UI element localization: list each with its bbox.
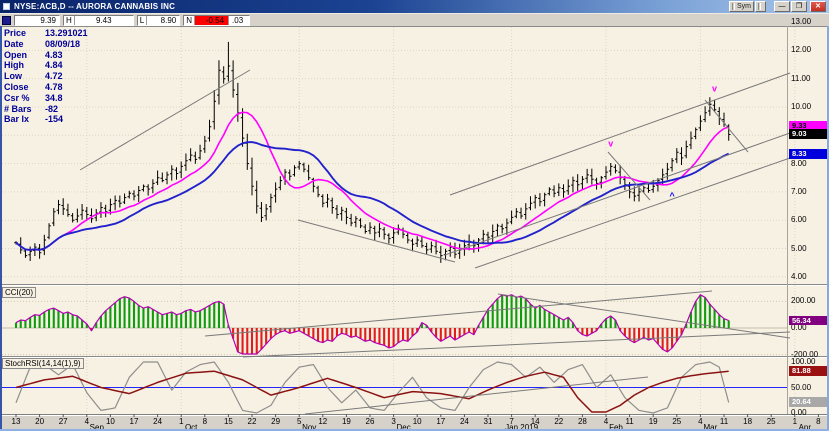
sell-signal-marker: v — [712, 83, 717, 93]
price-tick-label: 7.00 — [791, 187, 827, 196]
info-row: Date08/09/18 — [4, 39, 88, 50]
info-row: Low4.72 — [4, 71, 88, 82]
price-tick-label: 11.00 — [791, 74, 827, 83]
x-tick-label: 19 — [644, 417, 662, 426]
info-row: Open4.83 — [4, 50, 88, 61]
stochrsi-pane-label: StochRSI(14,14(1),9) — [2, 358, 84, 369]
x-tick-label: 17 — [125, 417, 143, 426]
x-tick-label: 13 — [7, 417, 25, 426]
chart-canvas: v v ^ — [0, 26, 829, 429]
symbol-link-box[interactable] — [2, 16, 11, 25]
x-tick-label: 20 — [31, 417, 49, 426]
info-value: -154 — [45, 114, 63, 124]
net-label: N — [184, 16, 195, 25]
low-value: 8.90 — [147, 16, 179, 25]
info-value: 08/09/18 — [45, 39, 80, 49]
x-tick-label: 24 — [149, 417, 167, 426]
info-row: Csr %34.8 — [4, 93, 88, 104]
chart-window: NYSE:ACB,D -- AURORA CANNABIS INC Sym — … — [0, 0, 829, 431]
grip-icon — [732, 3, 735, 10]
x-tick-label: 29 — [267, 417, 285, 426]
high-label: H — [64, 16, 75, 25]
info-row: Price13.291021 — [4, 28, 88, 39]
last-price-value: 9.39 — [15, 16, 59, 25]
high-value: 9.43 — [75, 16, 133, 25]
info-label: Close — [4, 82, 45, 93]
price-tick-label: 8.00 — [791, 159, 827, 168]
low-label: L — [138, 16, 147, 25]
stoch-tick-label: 50.00 — [791, 383, 827, 392]
stoch-tick-label: 100.00 — [791, 357, 827, 366]
price-chip: 8.33 — [789, 149, 827, 159]
net-change-value: -0.54 — [195, 16, 228, 25]
minimize-button[interactable]: — — [774, 1, 790, 12]
net-change-percent: .03 — [228, 16, 249, 25]
info-value: 4.83 — [45, 50, 63, 60]
info-value: 13.291021 — [45, 28, 88, 38]
stoch-tick-label: 0.00 — [791, 408, 827, 417]
info-label: Price — [4, 28, 45, 39]
price-tick-label: 10.00 — [791, 102, 827, 111]
info-row: Bar Ix-154 — [4, 114, 88, 125]
x-tick-label: 24 — [455, 417, 473, 426]
info-panel: Price13.291021Date08/09/18Open4.83High4.… — [4, 28, 88, 125]
window-icon — [2, 2, 11, 11]
x-tick-label: 22 — [550, 417, 568, 426]
info-row: # Bars-82 — [4, 104, 88, 115]
window-title: NYSE:ACB,D -- AURORA CANNABIS INC — [14, 2, 175, 11]
x-tick-label: 26 — [361, 417, 379, 426]
titlebar[interactable]: NYSE:ACB,D -- AURORA CANNABIS INC Sym — … — [0, 0, 829, 13]
x-tick-label: 17 — [432, 417, 450, 426]
x-tick-label: 15 — [219, 417, 237, 426]
grip-icon — [758, 3, 761, 10]
last-price-field[interactable]: 9.39 — [14, 15, 60, 26]
chart-background — [0, 26, 829, 429]
price-tick-label: 6.00 — [791, 215, 827, 224]
low-field[interactable]: L8.90 — [137, 15, 180, 26]
info-label: High — [4, 60, 45, 71]
cci-chip: 56.34 — [789, 316, 827, 326]
price-tick-label: 4.00 — [791, 272, 827, 281]
toolbar-button[interactable] — [755, 1, 766, 12]
info-row: High4.84 — [4, 60, 88, 71]
info-label: Bar Ix — [4, 114, 45, 125]
x-tick-label: 27 — [54, 417, 72, 426]
info-label: Low — [4, 71, 45, 82]
x-tick-label: 18 — [739, 417, 757, 426]
info-row: Close4.78 — [4, 82, 88, 93]
price-tick-label: 5.00 — [791, 244, 827, 253]
buy-signal-marker: ^ — [669, 191, 675, 201]
x-tick-label: 25 — [762, 417, 780, 426]
info-label: Date — [4, 39, 45, 50]
net-change-field[interactable]: N-0.54.03 — [183, 15, 250, 26]
info-value: 4.84 — [45, 60, 63, 70]
maximize-button[interactable]: ❐ — [791, 1, 807, 12]
info-value: 4.78 — [45, 82, 63, 92]
info-label: Csr % — [4, 93, 45, 104]
price-chip: 9.03 — [789, 129, 827, 139]
info-label: Open — [4, 50, 45, 61]
quote-bar: 9.39 H9.43 L8.90 N-0.54.03 — [0, 13, 829, 26]
sell-signal-marker: v — [608, 139, 613, 149]
symbol-button[interactable]: Sym — [729, 1, 754, 12]
info-value: -82 — [45, 104, 58, 114]
x-tick-label: 19 — [337, 417, 355, 426]
x-tick-label: 22 — [243, 417, 261, 426]
info-value: 4.72 — [45, 71, 63, 81]
close-button[interactable]: ✕ — [810, 1, 826, 12]
symbol-button-label: Sym — [737, 3, 751, 10]
info-label: # Bars — [4, 104, 45, 115]
x-tick-label: 31 — [479, 417, 497, 426]
price-tick-label: 13.00 — [791, 17, 827, 26]
stoch-chip: 20.64 — [789, 397, 827, 407]
chart-area[interactable]: v v ^ Price13.291021Date08/09/18Open4.83Hi… — [0, 26, 829, 429]
x-tick-label: 25 — [668, 417, 686, 426]
cci-pane-label: CCI(20) — [2, 287, 36, 298]
price-tick-label: 12.00 — [791, 45, 827, 54]
x-tick-label: 28 — [573, 417, 591, 426]
high-field[interactable]: H9.43 — [63, 15, 134, 26]
info-value: 34.8 — [45, 93, 63, 103]
stoch-chip: 81.88 — [789, 366, 827, 376]
cci-tick-label: 200.00 — [791, 296, 827, 305]
